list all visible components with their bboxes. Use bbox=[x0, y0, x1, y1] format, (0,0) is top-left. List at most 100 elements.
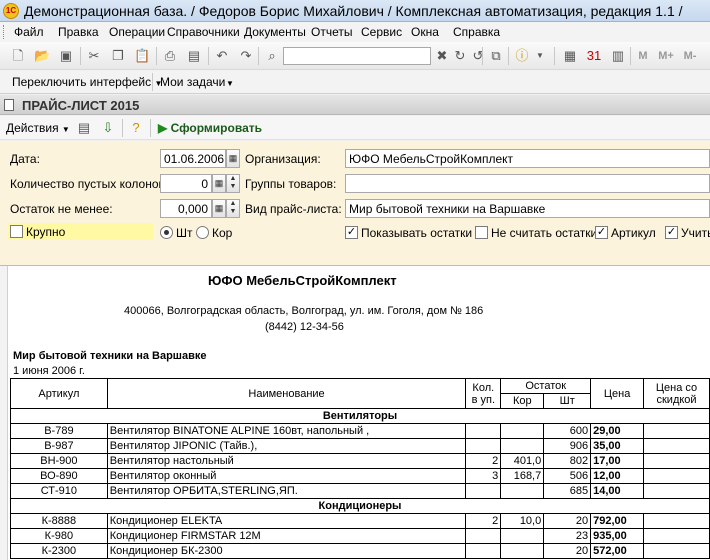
menu-reports[interactable]: Отчеты bbox=[311, 25, 352, 39]
cell-stock-sht: 802 bbox=[543, 453, 592, 469]
date-label: Дата: bbox=[10, 152, 40, 166]
table-row[interactable]: К-2300 Кондиционер БК-2300 20 572,00 bbox=[10, 543, 710, 559]
search-icon[interactable]: ⌕ bbox=[264, 48, 280, 64]
memory-m-minus-button[interactable]: M- bbox=[680, 48, 700, 64]
cell-price: 792,00 bbox=[590, 513, 645, 529]
header-qty-line1: Кол. bbox=[472, 381, 495, 394]
save-icon[interactable]: ▣ bbox=[58, 48, 74, 64]
table-header-row: Артикул Наименование Кол. в уп. Остаток Ц… bbox=[10, 378, 710, 409]
ignore-stock-checkbox[interactable] bbox=[475, 226, 488, 239]
info-icon[interactable]: ⓘ bbox=[514, 48, 530, 64]
menu-service[interactable]: Сервис bbox=[361, 25, 402, 39]
menu-documents[interactable]: Документы bbox=[244, 25, 306, 39]
redo-icon[interactable]: ↷ bbox=[238, 48, 254, 64]
open-folder-icon[interactable]: 📂 bbox=[34, 48, 50, 64]
settings-icon[interactable]: ▤ bbox=[76, 120, 92, 136]
dropdown-arrow-icon[interactable]: ▼ bbox=[532, 48, 548, 64]
toolbar-separator bbox=[152, 73, 153, 91]
unit-sht-radio[interactable] bbox=[160, 226, 173, 239]
find-next-icon[interactable]: ↻ bbox=[452, 48, 468, 64]
calculator-button-icon[interactable]: ▦ bbox=[212, 199, 226, 218]
actions-label: Действия bbox=[6, 121, 59, 135]
memory-m-button[interactable]: M bbox=[636, 48, 650, 64]
table-row[interactable]: СТ-910 Вентилятор ОРБИТА,STERLING,ЯП. 685 1… bbox=[10, 483, 710, 499]
consider-checkbox[interactable]: ✓ bbox=[665, 226, 678, 239]
my-tasks-button[interactable]: Мои задачи bbox=[160, 75, 225, 89]
cell-name: Кондиционер ELEKTA bbox=[106, 513, 467, 529]
help-icon[interactable]: ? bbox=[128, 120, 144, 136]
window-icon[interactable]: ⧉ bbox=[488, 48, 504, 64]
unit-kor-label: Кор bbox=[212, 226, 233, 240]
article-label: Артикул bbox=[611, 226, 656, 240]
search-input[interactable] bbox=[283, 47, 431, 65]
report-spreadsheet[interactable]: ЮФО МебельСтройКомплект 400066, Волгогра… bbox=[0, 265, 710, 560]
consider-label: Учить bbox=[681, 226, 710, 240]
copy-icon[interactable]: ❐ bbox=[110, 48, 126, 64]
header-qty: Кол. в уп. bbox=[465, 378, 502, 409]
table-row[interactable]: К-980 Кондиционер FIRMSTAR 12M 23 935,00 bbox=[10, 528, 710, 544]
header-kor: Кор bbox=[500, 393, 545, 409]
cell-name: Вентилятор настольный bbox=[106, 453, 467, 469]
table-row[interactable]: В-789 Вентилятор BINATONE ALPINE 160вт, н… bbox=[10, 423, 710, 439]
toolbar-separator bbox=[208, 47, 209, 65]
cell-stock-kor: 168,7 bbox=[500, 468, 545, 484]
spin-updown-icon[interactable]: ▲ ▼ bbox=[226, 174, 240, 193]
table-row[interactable]: ВО-890 Вентилятор оконный 3 168,7 506 12,00 bbox=[10, 468, 710, 484]
paste-icon[interactable]: 📋 bbox=[134, 48, 150, 64]
clipboard-icon[interactable]: ▥ bbox=[610, 48, 626, 64]
row-header-strip bbox=[0, 266, 8, 560]
toolbar-separator bbox=[150, 119, 151, 137]
chevron-down-icon[interactable]: ▼ bbox=[226, 79, 234, 88]
new-document-icon[interactable]: 🗋 bbox=[10, 48, 26, 64]
table-row[interactable]: В-987 Вентилятор JIPONIC (Тайв.), 906 35,00 bbox=[10, 438, 710, 454]
print-icon[interactable]: ⎙ bbox=[162, 48, 178, 64]
menu-file[interactable]: Файл bbox=[14, 25, 44, 39]
organization-input[interactable]: ЮФО МебельСтройКомплект bbox=[345, 149, 710, 168]
product-groups-input[interactable] bbox=[345, 174, 710, 193]
find-prev-icon[interactable]: ↺ bbox=[470, 48, 486, 64]
cell-stock-sht: 20 bbox=[543, 543, 592, 559]
menu-edit[interactable]: Правка bbox=[58, 25, 99, 39]
cell-price: 35,00 bbox=[590, 438, 645, 454]
menu-windows[interactable]: Окна bbox=[411, 25, 439, 39]
header-sht: Шт bbox=[543, 393, 592, 409]
memory-m-plus-button[interactable]: M+ bbox=[656, 48, 676, 64]
spin-updown-icon[interactable]: ▲ ▼ bbox=[226, 199, 240, 218]
date-input[interactable]: 01.06.2006 bbox=[160, 149, 226, 168]
cell-stock-kor: 401,0 bbox=[500, 453, 545, 469]
cell-pack-qty bbox=[465, 483, 502, 499]
print-preview-icon[interactable]: ▤ bbox=[186, 48, 202, 64]
undo-icon[interactable]: ↶ bbox=[214, 48, 230, 64]
show-stock-checkbox[interactable]: ✓ bbox=[345, 226, 358, 239]
calculator-button-icon[interactable]: ▦ bbox=[212, 174, 226, 193]
menu-catalogs[interactable]: Справочники bbox=[167, 25, 240, 39]
generate-button[interactable]: ▶ Сформировать bbox=[158, 121, 262, 135]
calendar-button-icon[interactable]: ▦ bbox=[226, 149, 240, 168]
calendar-icon[interactable]: 31 bbox=[586, 48, 602, 64]
unit-kor-radio[interactable] bbox=[196, 226, 209, 239]
cell-price: 572,00 bbox=[590, 543, 645, 559]
header-discount-price: Цена со скидкой bbox=[643, 378, 710, 409]
actions-button[interactable]: Действия ▼ bbox=[6, 121, 70, 135]
table-row[interactable]: ВН-900 Вентилятор настольный 2 401,0 802 17,0… bbox=[10, 453, 710, 469]
report-pricelist-name: Мир бытовой техники на Варшавке bbox=[13, 350, 207, 362]
report-address: 400066, Волгоградская область, Волгоград… bbox=[124, 305, 484, 317]
min-stock-input[interactable]: 0,000 bbox=[160, 199, 212, 218]
export-icon[interactable]: ⇩ bbox=[100, 120, 116, 136]
cell-stock-kor bbox=[500, 438, 545, 454]
search-clear-icon[interactable]: ✖ bbox=[434, 48, 450, 64]
pricelist-type-input[interactable]: Мир бытовой техники на Варшавке bbox=[345, 199, 710, 218]
table-row[interactable]: К-8888 Кондиционер ELEKTA 2 10,0 20 792,00 bbox=[10, 513, 710, 529]
cut-icon[interactable]: ✂ bbox=[86, 48, 102, 64]
cell-pack-qty bbox=[465, 528, 502, 544]
article-checkbox[interactable]: ✓ bbox=[595, 226, 608, 239]
menu-operations[interactable]: Операции bbox=[109, 25, 165, 39]
empty-columns-input[interactable]: 0 bbox=[160, 174, 212, 193]
switch-interface-button[interactable]: Переключить интерфейс ▼ bbox=[12, 75, 162, 89]
cell-discount-price bbox=[643, 513, 710, 529]
cell-stock-sht: 23 bbox=[543, 528, 592, 544]
toolbar-separator bbox=[156, 47, 157, 65]
calculator-icon[interactable]: ▦ bbox=[562, 48, 578, 64]
menu-help[interactable]: Справка bbox=[453, 25, 500, 39]
large-font-checkbox[interactable] bbox=[10, 225, 23, 238]
